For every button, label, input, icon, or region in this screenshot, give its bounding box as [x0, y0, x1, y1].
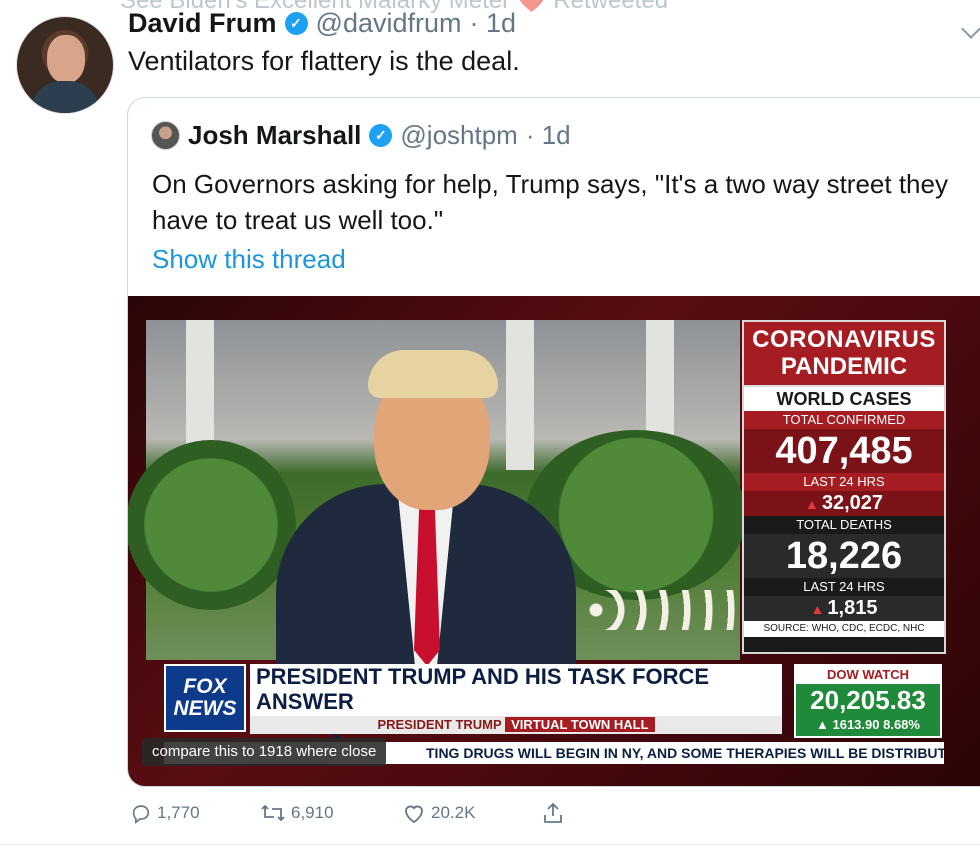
quote-author-name[interactable]: Josh Marshall: [188, 120, 361, 151]
reply-count: 1,770: [157, 803, 200, 822]
chyron-subline: PRESIDENT TRUMP VIRTUAL TOWN HALL: [250, 716, 782, 734]
share-icon: [544, 802, 562, 823]
background-flowers: [586, 590, 746, 630]
speaker-figure: [266, 344, 586, 666]
speaker-hair: [368, 350, 498, 398]
tweet-text: Ventilators for flattery is the deal.: [128, 46, 520, 76]
reply-icon: [132, 805, 150, 824]
video-player[interactable]: CORONAVIRUS PANDEMIC WORLD CASES TOTAL C…: [128, 296, 980, 786]
total-deaths-value: 18,226: [744, 534, 944, 578]
last24-confirmed: ▲ 32,027: [744, 491, 944, 516]
chyron-line-1: PRESIDENT TRUMP AND HIS TASK FORCE ANSWE…: [256, 664, 710, 714]
chyron-subline-tag: VIRTUAL TOWN HALL: [505, 717, 655, 732]
total-confirmed-value: 407,485: [744, 429, 944, 473]
like-button[interactable]: 20.2K: [402, 802, 475, 824]
quote-avatar[interactable]: [151, 121, 180, 150]
quote-author-handle[interactable]: @joshtpm: [400, 120, 517, 151]
tweet-time[interactable]: · 1d: [470, 8, 517, 39]
tweet-header: David Frum ✓ @davidfrum · 1d: [128, 8, 516, 39]
like-count: 20.2K: [431, 803, 476, 822]
fox-news-logo: FOX NEWS: [164, 664, 246, 732]
panel-world-cases: WORLD CASES: [744, 387, 944, 411]
verified-badge-icon: ✓: [369, 124, 393, 147]
tweet-actions: 1,770 6,910 20.2K: [130, 798, 590, 828]
author-name[interactable]: David Frum: [128, 8, 277, 39]
avatar-shirt: [31, 81, 99, 113]
chyron-headline: PRESIDENT TRUMP AND HIS TASK FORCE ANSWE…: [250, 664, 782, 764]
last24-deaths: ▲ 1,815: [744, 596, 944, 621]
caret-down-icon[interactable]: [961, 19, 980, 39]
dow-label: DOW WATCH: [796, 666, 940, 684]
last24-label: LAST 24 HRS: [744, 578, 944, 596]
quote-text: On Governors asking for help, Trump says…: [152, 169, 948, 235]
like-icon: [405, 805, 423, 824]
dow-watch-box: DOW WATCH 20,205.83 ▲ 1613.90 8.68%: [794, 664, 942, 738]
chyron-subline-text: PRESIDENT TRUMP: [377, 717, 502, 732]
dow-value: 20,205.83: [810, 685, 926, 715]
divider: [0, 844, 980, 845]
quoted-tweet[interactable]: Josh Marshall ✓ @joshtpm · 1d On Governo…: [127, 97, 980, 787]
total-deaths-label: TOTAL DEATHS: [744, 516, 944, 534]
avatar-face: [47, 35, 85, 83]
share-button[interactable]: [542, 801, 564, 825]
video-caption: compare this to 1918 where close: [142, 738, 387, 766]
verified-badge-icon: ✓: [284, 12, 308, 35]
video-scene: [128, 320, 746, 666]
quote-header: Josh Marshall ✓ @joshtpm · 1d: [151, 120, 571, 151]
retweet-count: 6,910: [291, 803, 334, 822]
last24-deaths-value: 1,815: [827, 597, 878, 619]
last24-label: LAST 24 HRS: [744, 473, 944, 491]
dow-change: ▲ 1613.90 8.68%: [816, 717, 920, 732]
reply-button[interactable]: 1,770: [130, 802, 200, 824]
last24-confirmed-value: 32,027: [821, 492, 884, 514]
quote-time[interactable]: · 1d: [526, 120, 571, 151]
retweet-button[interactable]: 6,910: [260, 802, 334, 824]
up-triangle-icon: ▲: [804, 496, 819, 512]
show-thread-link[interactable]: Show this thread: [152, 244, 346, 275]
panel-source: SOURCE: WHO, CDC, ECDC, NHC: [744, 621, 944, 637]
up-triangle-icon: ▲: [810, 601, 825, 617]
avatar[interactable]: [16, 16, 114, 114]
panel-title-1: CORONAVIRUS: [744, 322, 944, 353]
panel-title-2: PANDEMIC: [744, 353, 944, 387]
total-confirmed-label: TOTAL CONFIRMED: [744, 411, 944, 429]
coronavirus-stats-panel: CORONAVIRUS PANDEMIC WORLD CASES TOTAL C…: [742, 320, 946, 654]
author-handle[interactable]: @davidfrum: [316, 8, 462, 39]
retweet-icon: [261, 804, 285, 822]
